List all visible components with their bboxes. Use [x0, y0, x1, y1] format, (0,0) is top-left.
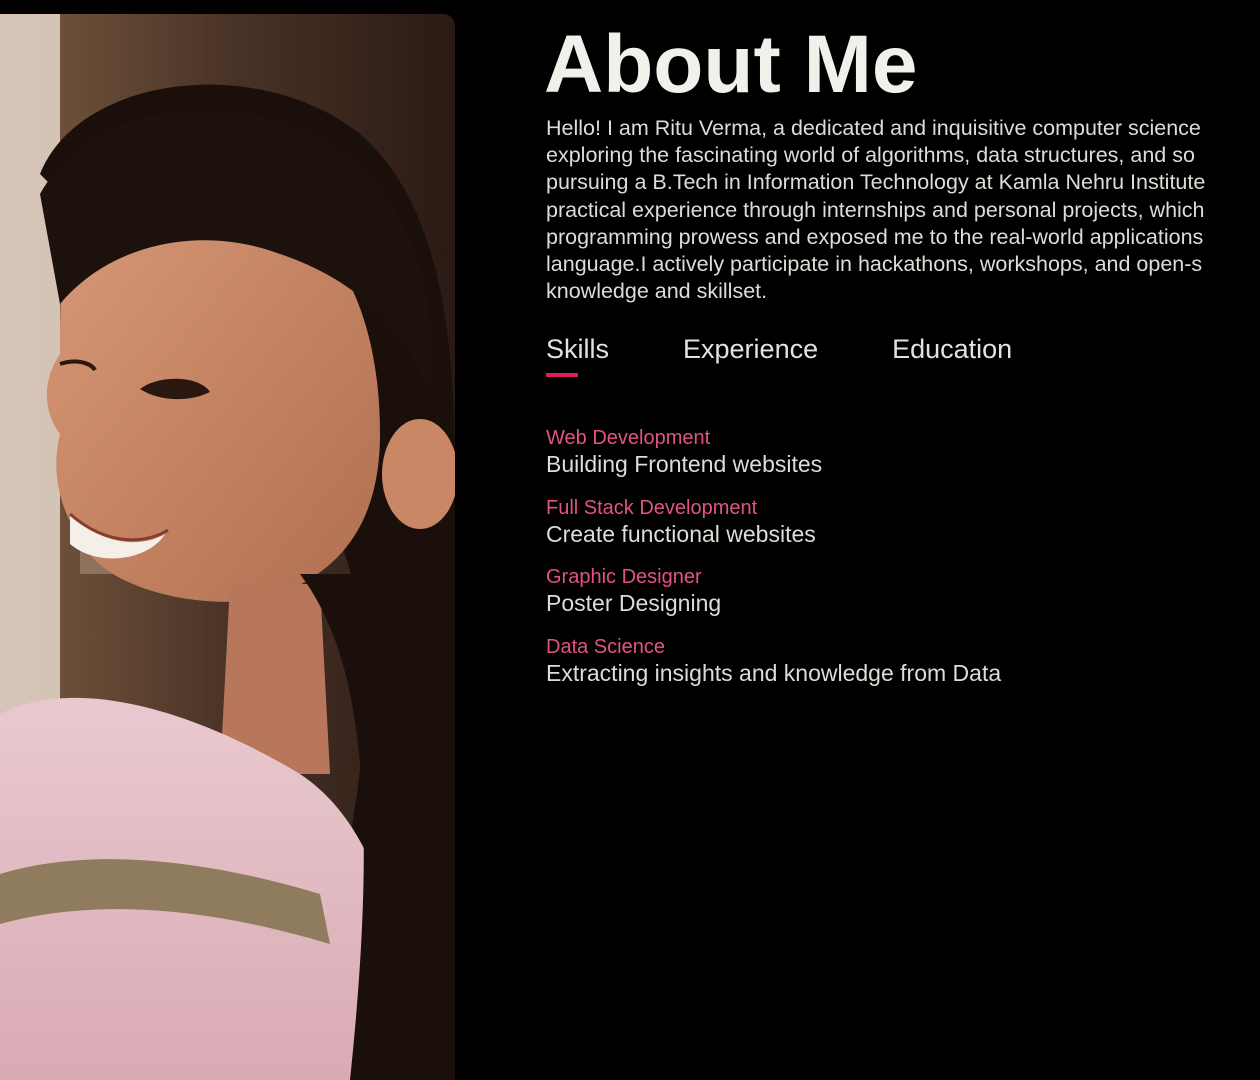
tab-label: Experience — [683, 334, 819, 364]
skill-name: Data Science — [546, 635, 665, 658]
intro-paragraph: Hello! I am Ritu Verma, a dedicated and … — [546, 115, 1260, 305]
list-item: Web Development Building Frontend websit… — [546, 426, 1001, 496]
intro-line: Hello! I am Ritu Verma, a dedicated and … — [546, 116, 1201, 140]
skill-name: Full Stack Development — [546, 496, 758, 519]
skill-description: Extracting insights and knowledge from D… — [546, 659, 1002, 686]
tab-label: Education — [892, 334, 1013, 364]
list-item: Data Science Extracting insights and kno… — [546, 635, 1001, 705]
list-item: Graphic Designer Poster Designing — [546, 565, 1001, 635]
intro-line: exploring the fascinating world of algor… — [546, 143, 1195, 168]
about-section: About Me Hello! I am Ritu Verma, a dedic… — [546, 0, 1260, 1080]
skill-description: Building Frontend websites — [546, 451, 823, 477]
skill-description: Create functional websites — [546, 520, 816, 547]
tab-experience[interactable]: Experience — [683, 333, 818, 365]
skill-name: Web Development — [546, 427, 711, 449]
intro-line: pursuing a B.Tech in Information Technol… — [546, 170, 1206, 195]
page-title: About Me — [546, 19, 918, 110]
tab-skills[interactable]: Skills — [546, 333, 610, 377]
skill-description: Poster Designing — [546, 590, 722, 616]
active-tab-indicator — [546, 373, 578, 377]
intro-line: practical experience through internships… — [546, 197, 1205, 222]
tab-label: Skills — [546, 334, 610, 364]
intro-line: programming prowess and exposed me to th… — [546, 224, 1204, 249]
intro-line: knowledge and skillset. — [546, 279, 768, 304]
tab-education[interactable]: Education — [892, 333, 1012, 365]
skills-list: Web Development Building Frontend websit… — [546, 426, 1001, 704]
tab-bar: Skills Experience Education — [546, 333, 1086, 377]
profile-photo — [0, 14, 455, 1080]
skill-name: Graphic Designer — [546, 566, 702, 588]
intro-line: language.I actively participate in hacka… — [546, 252, 1203, 277]
list-item: Full Stack Development Create functional… — [546, 496, 1001, 566]
